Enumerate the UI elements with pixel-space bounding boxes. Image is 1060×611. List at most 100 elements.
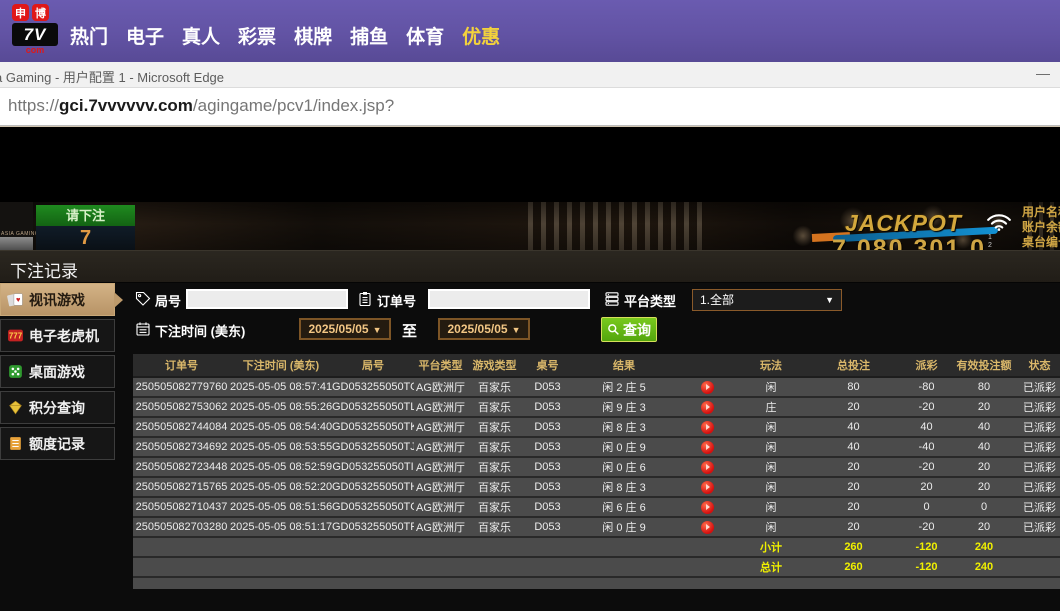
- replay-button[interactable]: [701, 461, 714, 474]
- sidebar-item-ledger[interactable]: 额度记录: [0, 427, 115, 460]
- logo-badge-shen: 申: [12, 4, 29, 21]
- nav-item[interactable]: 热门: [70, 22, 108, 49]
- nav-item[interactable]: 电子: [126, 22, 164, 49]
- platform-type-value: 1.全部: [700, 293, 734, 307]
- table-number-label: 桌台编号: [1022, 235, 1060, 250]
- sidebar-item-cards[interactable]: ♥视讯游戏: [0, 283, 115, 316]
- window-title: a Gaming - 用户配置 1 - Microsoft Edge: [0, 67, 224, 86]
- minimize-button[interactable]: —: [1036, 65, 1050, 81]
- cell-order: 250505082703280: [133, 517, 230, 537]
- nav-item[interactable]: 优惠: [462, 22, 500, 49]
- bet-records-table: 订单号下注时间 (美东)局号平台类型游戏类型桌号结果玩法总投注派彩有效投注额状态…: [133, 354, 1060, 589]
- cell-result: 闲 8 庄 3: [573, 417, 675, 437]
- cell-status: 已派彩: [1019, 437, 1060, 457]
- cell-round: GD053255050TF: [332, 517, 414, 537]
- cell-total-bet: 20: [803, 497, 904, 517]
- cell-order: 250505082744084: [133, 417, 230, 437]
- browser-urlbar[interactable]: https://gci.7vvvvvv.com/agingame/pcv1/in…: [0, 88, 1060, 126]
- cell-payout: -20: [904, 457, 949, 477]
- sum-valid-bet: 240: [949, 537, 1019, 557]
- order-number-input[interactable]: [428, 289, 590, 309]
- replay-button[interactable]: [701, 521, 714, 534]
- diamond-icon: [7, 399, 24, 416]
- replay-button[interactable]: [701, 421, 714, 434]
- table-row: 2505050827440842025-05-05 08:54:40GD0532…: [133, 417, 1060, 437]
- cell-time: 2025-05-05 08:51:17: [230, 517, 332, 537]
- column-header: 结果: [573, 354, 675, 377]
- replay-button[interactable]: [701, 441, 714, 454]
- live-game-strip: ASIA GAMING 请下注 7 JACKPOT 7,080,301.0 1 …: [0, 202, 1060, 250]
- cell-time: 2025-05-05 08:52:20: [230, 477, 332, 497]
- cell-time: 2025-05-05 08:51:56: [230, 497, 332, 517]
- nav-item[interactable]: 棋牌: [294, 22, 332, 49]
- balance-label: 账户余额: [1022, 220, 1060, 235]
- cell-result: 闲 0 庄 6: [573, 457, 675, 477]
- user-name-label: 用户名称: [1022, 205, 1060, 220]
- platform-type-select[interactable]: 1.全部 ▼: [692, 289, 842, 311]
- nav-item[interactable]: 彩票: [238, 22, 276, 49]
- cell-payout: -40: [904, 437, 949, 457]
- table-row: 2505050827346922025-05-05 08:53:55GD0532…: [133, 437, 1060, 457]
- bet-status-widget: 请下注 7: [36, 205, 135, 250]
- cell-result: 闲 8 庄 3: [573, 477, 675, 497]
- cell-status: 已派彩: [1019, 497, 1060, 517]
- nav-item[interactable]: 体育: [406, 22, 444, 49]
- jackpot-amount: 7,080,301.0: [832, 235, 986, 250]
- cell-total-bet: 20: [803, 517, 904, 537]
- nav-item[interactable]: 真人: [182, 22, 220, 49]
- cell-order: 250505082723448: [133, 457, 230, 477]
- cell-payout: -20: [904, 517, 949, 537]
- slot-icon: 777: [7, 327, 24, 344]
- date-from-picker[interactable]: 2025/05/05▼: [299, 318, 391, 340]
- cell-blank: [1019, 557, 1060, 577]
- cell-payout: -20: [904, 397, 949, 417]
- replay-button[interactable]: [701, 381, 714, 394]
- cell-platform: AG欧洲厅: [414, 457, 467, 477]
- replay-button[interactable]: [701, 481, 714, 494]
- bet-time-label: 下注时间 (美东): [155, 321, 245, 340]
- round-number-input[interactable]: [186, 289, 348, 309]
- cell-game: 百家乐: [467, 477, 522, 497]
- cell-play-type: 闲: [739, 497, 803, 517]
- cell-game: 百家乐: [467, 397, 522, 417]
- cell-game: 百家乐: [467, 497, 522, 517]
- dice-icon: [7, 363, 24, 380]
- cell-blank: [133, 537, 739, 557]
- replay-button[interactable]: [701, 401, 714, 414]
- cell-total-bet: 20: [803, 457, 904, 477]
- cell-game: 百家乐: [467, 437, 522, 457]
- chevron-down-icon: ▼: [373, 325, 382, 335]
- cell-result: 闲 0 庄 9: [573, 517, 675, 537]
- ledger-icon: [7, 435, 24, 452]
- cell-table-no: D053: [522, 377, 573, 397]
- nav-item[interactable]: 捕鱼: [350, 22, 388, 49]
- column-header: 局号: [332, 354, 414, 377]
- logo-7v: 7V: [12, 23, 58, 46]
- cell-table-no: D053: [522, 477, 573, 497]
- nav-menu: 热门电子真人彩票棋牌捕鱼体育优惠: [70, 0, 500, 62]
- table-row: 2505050827797602025-05-05 08:57:41GD0532…: [133, 377, 1060, 397]
- sidebar-item-dice[interactable]: 桌面游戏: [0, 355, 115, 388]
- replay-button[interactable]: [701, 501, 714, 514]
- cell-total-bet: 40: [803, 437, 904, 457]
- cell-game: 百家乐: [467, 417, 522, 437]
- svg-text:♥: ♥: [16, 295, 21, 304]
- cell-valid-bet: 40: [949, 437, 1019, 457]
- cell-play-type: 闲: [739, 517, 803, 537]
- date-to-picker[interactable]: 2025/05/05▼: [438, 318, 530, 340]
- url-domain: gci.7vvvvvv.com: [59, 96, 193, 115]
- cell-replay: [675, 477, 739, 497]
- sidebar-item-slot[interactable]: 777电子老虎机: [0, 319, 115, 352]
- site-logo[interactable]: 申 博 7V com: [12, 4, 64, 62]
- cell-play-type: 闲: [739, 437, 803, 457]
- sidebar-item-diamond[interactable]: 积分查询: [0, 391, 115, 424]
- search-button[interactable]: 查询: [601, 317, 657, 342]
- cell-table-no: D053: [522, 457, 573, 477]
- empty-row: [133, 577, 1060, 589]
- cell-round: GD053255050TO: [332, 377, 414, 397]
- cell-valid-bet: 20: [949, 477, 1019, 497]
- chevron-down-icon: ▼: [512, 325, 521, 335]
- url-scheme: https://: [8, 96, 59, 115]
- cell-table-no: D053: [522, 417, 573, 437]
- cell-platform: AG欧洲厅: [414, 437, 467, 457]
